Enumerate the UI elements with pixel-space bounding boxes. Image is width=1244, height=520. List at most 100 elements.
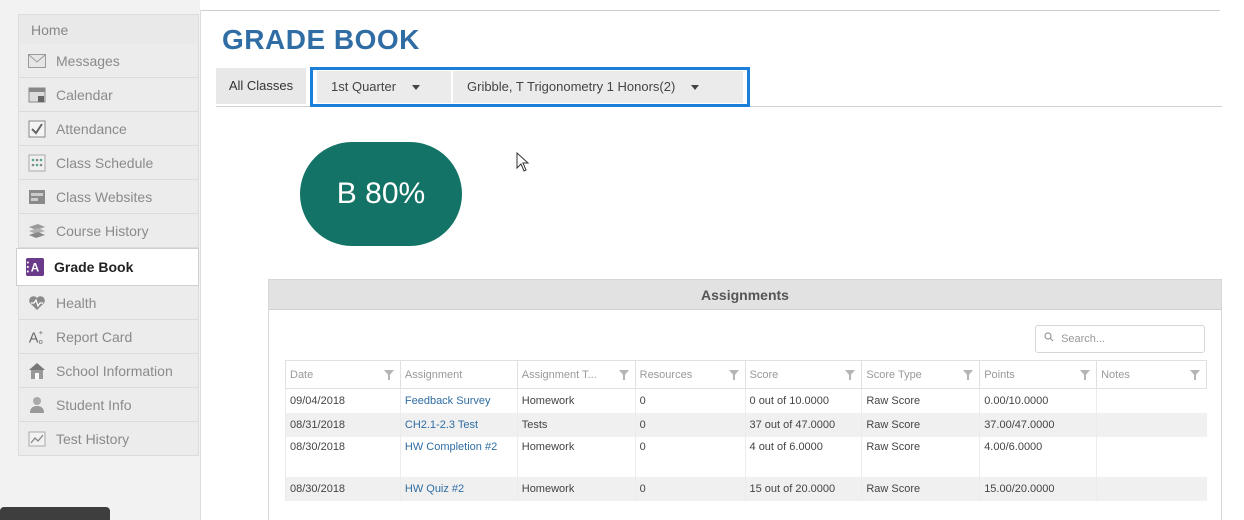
grade-badge: B 80% [300, 142, 462, 246]
quarter-dropdown-label: 1st Quarter [331, 79, 397, 94]
filter-icon[interactable] [1080, 370, 1091, 380]
cell-score-type: Raw Score [861, 436, 980, 477]
filter-icon[interactable] [618, 370, 629, 380]
cell-resources: 0 [634, 388, 746, 413]
column-header-assignment-type[interactable]: Assignment T... [516, 360, 636, 389]
column-header-date[interactable]: Date [285, 360, 401, 389]
assignments-table: Date Assignment Assignment T... Resource… [285, 360, 1207, 501]
sidebar-item-test-history[interactable]: Test History [18, 422, 199, 456]
cell-notes [1096, 388, 1207, 413]
cell-notes [1096, 476, 1207, 501]
school-icon [28, 362, 46, 380]
assignment-link[interactable]: Feedback Survey [399, 388, 518, 413]
cell-type: Tests [516, 412, 636, 437]
assignment-link[interactable]: HW Quiz #2 [399, 476, 518, 501]
filter-icon[interactable] [728, 370, 739, 380]
column-header-points[interactable]: Points [979, 360, 1098, 389]
sidebar-item-student-info[interactable]: Student Info [18, 388, 199, 422]
filter-icon[interactable] [383, 370, 394, 380]
cell-score-type: Raw Score [861, 388, 980, 413]
cell-resources: 0 [634, 412, 746, 437]
sidebar-item-label: School Information [56, 362, 173, 379]
sidebar-item-label: Course History [56, 222, 149, 239]
column-header-assignment[interactable]: Assignment [399, 360, 518, 389]
sidebar: Home Messages Calendar Attendance Class … [0, 0, 200, 520]
cell-date: 09/04/2018 [285, 388, 401, 413]
assignment-link[interactable]: HW Completion #2 [399, 436, 518, 477]
svg-text:A: A [31, 262, 40, 275]
assignment-link[interactable]: CH2.1-2.3 Test [399, 412, 518, 437]
mouse-cursor-icon [516, 151, 530, 177]
report-card-icon: A + o [28, 328, 46, 346]
sidebar-item-class-schedule[interactable]: Class Schedule [18, 146, 199, 180]
sidebar-item-school-information[interactable]: School Information [18, 354, 199, 388]
sidebar-item-label: Messages [56, 52, 120, 69]
sidebar-item-home[interactable]: Home [18, 14, 199, 44]
cell-type: Homework [516, 436, 636, 477]
all-classes-button[interactable]: All Classes [216, 68, 306, 104]
cell-date: 08/30/2018 [285, 436, 401, 477]
cell-score: 37 out of 47.0000 [744, 412, 862, 437]
search-input[interactable]: Search... [1035, 325, 1205, 353]
sidebar-item-label: Test History [56, 430, 130, 447]
search-placeholder: Search... [1061, 333, 1106, 345]
filter-icon[interactable] [1190, 370, 1200, 380]
page-title: GRADE BOOK [222, 24, 420, 55]
cell-points: 4.00/6.0000 [979, 436, 1097, 477]
cell-points: 37.00/47.0000 [979, 412, 1097, 437]
main-content: GRADE BOOK All Classes 1st Quarter Gribb… [200, 0, 1244, 520]
cell-score: 0 out of 10.0000 [744, 388, 862, 413]
schedule-icon [28, 154, 46, 172]
filter-icon[interactable] [963, 370, 974, 380]
sidebar-item-attendance[interactable]: Attendance [18, 112, 199, 146]
filter-icon[interactable] [845, 370, 856, 380]
sidebar-item-course-history[interactable]: Course History [18, 214, 199, 248]
cell-points: 0.00/10.0000 [979, 388, 1097, 413]
table-header-row: Date Assignment Assignment T... Resource… [285, 360, 1207, 389]
cell-date: 08/31/2018 [285, 412, 401, 437]
sidebar-item-class-websites[interactable]: Class Websites [18, 180, 199, 214]
svg-text:+: + [39, 328, 43, 337]
sidebar-item-messages[interactable]: Messages [18, 44, 199, 78]
sidebar-item-label: Attendance [56, 120, 127, 137]
bottom-tab [0, 507, 110, 520]
cell-resources: 0 [634, 476, 746, 501]
cell-score: 15 out of 20.0000 [744, 476, 862, 501]
filter-highlight: 1st Quarter Gribble, T Trigonometry 1 Ho… [310, 67, 750, 107]
quarter-dropdown[interactable]: 1st Quarter [317, 71, 451, 103]
cell-notes [1096, 412, 1207, 437]
table-row: 09/04/2018 Feedback Survey Homework 0 0 … [285, 388, 1207, 413]
sidebar-item-health[interactable]: Health [18, 286, 199, 320]
sidebar-item-label: Report Card [56, 328, 133, 345]
column-header-notes[interactable]: Notes [1096, 360, 1207, 389]
class-dropdown-label: Gribble, T Trigonometry 1 Honors(2) [467, 79, 676, 94]
sidebar-item-calendar[interactable]: Calendar [18, 78, 199, 112]
calendar-icon [28, 86, 46, 104]
cell-notes [1096, 436, 1207, 477]
cell-score: 4 out of 6.0000 [744, 436, 862, 477]
cell-date: 08/30/2018 [285, 476, 401, 501]
envelope-icon [28, 52, 46, 70]
sidebar-item-report-card[interactable]: A + o Report Card [18, 320, 199, 354]
cell-points: 15.00/20.0000 [979, 476, 1097, 501]
class-dropdown[interactable]: Gribble, T Trigonometry 1 Honors(2) [453, 71, 743, 103]
sidebar-item-grade-book[interactable]: A Grade Book [16, 248, 199, 286]
search-icon [1044, 326, 1054, 352]
svg-text:o: o [39, 337, 43, 346]
column-header-score[interactable]: Score [744, 360, 863, 389]
assignments-panel: Assignments Search... Date Assignment As… [268, 279, 1222, 520]
chevron-down-icon [411, 85, 420, 91]
column-header-resources[interactable]: Resources [634, 360, 746, 389]
svg-text:A: A [29, 330, 39, 346]
chevron-down-icon [690, 85, 699, 91]
table-row: 08/30/2018 HW Completion #2 Homework 0 4… [285, 436, 1207, 477]
column-header-score-type[interactable]: Score Type [861, 360, 981, 389]
student-icon [28, 396, 46, 414]
sidebar-item-label: Grade Book [54, 259, 134, 275]
cell-score-type: Raw Score [861, 476, 980, 501]
sidebar-item-label: Student Info [56, 396, 132, 413]
grade-book-icon: A [26, 258, 44, 276]
cell-type: Homework [516, 476, 636, 501]
cell-score-type: Raw Score [861, 412, 980, 437]
sidebar-item-label: Class Schedule [56, 154, 154, 171]
